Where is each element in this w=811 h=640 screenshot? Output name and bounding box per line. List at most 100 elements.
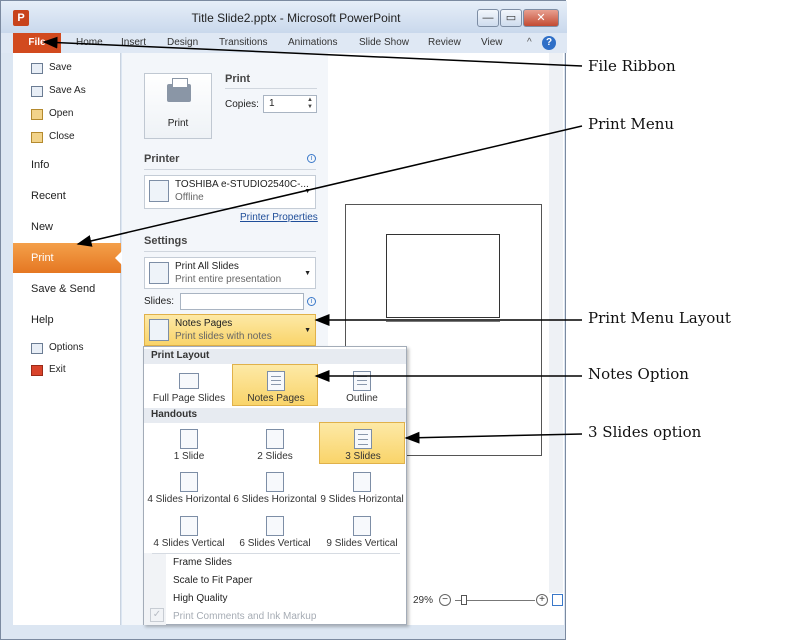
print-range-title: Print All Slides: [175, 261, 239, 272]
close-button[interactable]: ✕: [523, 9, 559, 27]
slides-input[interactable]: [180, 293, 304, 310]
maximize-button[interactable]: ▭: [500, 9, 522, 27]
help-icon[interactable]: ?: [542, 36, 556, 50]
option-scale-to-fit-paper[interactable]: Scale to Fit Paper: [173, 575, 252, 586]
slides-stack-icon: [149, 262, 169, 284]
nav-new[interactable]: New: [31, 221, 53, 233]
full-page-slide-icon: [179, 373, 199, 389]
settings-heading: Settings: [144, 235, 188, 247]
printer-dropdown[interactable]: TOSHIBA e-STUDIO2540C-... Offline ▼: [144, 175, 316, 209]
print-layout-gallery: Print Layout Full Page Slides Notes Page…: [143, 346, 407, 625]
layout-notes-pages[interactable]: Notes Pages: [232, 364, 318, 406]
gallery-divider: [152, 553, 400, 554]
layout-full-page-slides[interactable]: Full Page Slides: [146, 365, 232, 407]
open-folder-icon: [31, 109, 43, 120]
option-frame-slides[interactable]: Frame Slides: [173, 557, 232, 568]
printer-icon: [149, 180, 169, 202]
zoom-in-icon[interactable]: +: [536, 594, 548, 606]
zoom-to-page-icon[interactable]: [552, 594, 563, 606]
handout-3-slides[interactable]: 3 Slides: [319, 422, 405, 464]
chevron-down-icon: ▼: [304, 270, 311, 277]
nav-save-label: Save: [49, 62, 72, 73]
nav-options-label: Options: [49, 342, 84, 353]
layout-label: Outline: [346, 393, 378, 404]
notes-page-icon: [149, 319, 169, 341]
handout-9-slides-horizontal[interactable]: 9 Slides Horizontal: [319, 466, 405, 508]
tab-home[interactable]: Home: [76, 37, 103, 48]
powerpoint-window: P Title Slide2.pptx - Microsoft PowerPoi…: [0, 0, 567, 640]
print-layout-subtitle: Print slides with notes: [175, 331, 272, 342]
handout-label: 1 Slide: [173, 451, 205, 462]
slides-label: Slides:: [144, 296, 175, 307]
tab-transitions[interactable]: Transitions: [219, 37, 268, 48]
ribbon-tab-bar: File Home Insert Design Transitions Anim…: [1, 33, 567, 53]
zoom-level: 29%: [413, 595, 434, 606]
window-title: Title Slide2.pptx - Microsoft PowerPoint: [191, 11, 401, 25]
notes-divider: [386, 321, 500, 322]
handout-4-slides-vertical[interactable]: 4 Slides Vertical: [146, 510, 232, 552]
backstage-nav: Save Save As Open Close Info Recent New …: [13, 53, 122, 625]
handout-1-slide[interactable]: 1 Slide: [146, 423, 232, 465]
printer-properties-link[interactable]: Printer Properties: [240, 212, 318, 223]
tab-design[interactable]: Design: [167, 37, 198, 48]
tab-slide-show[interactable]: Slide Show: [359, 37, 409, 48]
callout-file-ribbon: File Ribbon: [588, 57, 676, 75]
handout-4-slides-horizontal[interactable]: 4 Slides Horizontal: [146, 466, 232, 508]
layout-outline[interactable]: Outline: [319, 365, 405, 407]
printer-status: Offline: [175, 192, 204, 203]
option-high-quality[interactable]: High Quality: [173, 593, 227, 604]
print-button-label: Print: [167, 118, 189, 129]
nav-save-send[interactable]: Save & Send: [31, 283, 95, 295]
title-bar: P Title Slide2.pptx - Microsoft PowerPoi…: [1, 1, 567, 33]
nav-exit-label: Exit: [49, 364, 66, 375]
handout-label: 6 Slides Horizontal: [233, 494, 317, 505]
copies-input[interactable]: 1 ▲ ▼: [263, 95, 317, 113]
preview-scrollbar[interactable]: [549, 53, 563, 593]
spin-down-icon[interactable]: ▼: [307, 104, 313, 110]
handout-label: 4 Slides Vertical: [153, 538, 225, 549]
checkmark-icon: ✓: [150, 608, 164, 622]
divider: [144, 169, 316, 170]
nav-info[interactable]: Info: [31, 159, 49, 171]
slide-thumbnail: [386, 234, 500, 318]
print-range-subtitle: Print entire presentation: [175, 274, 282, 285]
info-icon[interactable]: i: [307, 154, 316, 163]
zoom-slider[interactable]: [455, 600, 535, 601]
handout-6-slides-vertical[interactable]: 6 Slides Vertical: [232, 510, 318, 552]
tab-review[interactable]: Review: [428, 37, 461, 48]
printer-name: TOSHIBA e-STUDIO2540C-...: [175, 179, 309, 190]
chevron-down-icon: ▼: [304, 188, 311, 195]
save-as-icon: [31, 86, 43, 97]
minimize-ribbon-icon[interactable]: ^: [527, 37, 532, 48]
info-icon[interactable]: i: [307, 297, 316, 306]
handout-9-horizontal-icon: [353, 472, 371, 492]
handout-label: 6 Slides Vertical: [239, 538, 311, 549]
handout-9-slides-vertical[interactable]: 9 Slides Vertical: [319, 510, 405, 552]
handout-label: 9 Slides Horizontal: [320, 494, 404, 505]
print-layout-dropdown[interactable]: Notes Pages Print slides with notes ▼: [144, 314, 316, 346]
handout-6-vertical-icon: [266, 516, 284, 536]
minimize-button[interactable]: —: [477, 9, 499, 27]
handout-6-slides-horizontal[interactable]: 6 Slides Horizontal: [232, 466, 318, 508]
callout-notes-option: Notes Option: [588, 365, 689, 383]
options-icon: [31, 343, 43, 354]
tab-file[interactable]: File: [13, 33, 61, 53]
print-button[interactable]: Print: [144, 73, 212, 139]
print-layout-heading: Print Layout: [144, 349, 406, 364]
spin-up-icon[interactable]: ▲: [307, 97, 313, 103]
nav-help[interactable]: Help: [31, 314, 54, 326]
tab-animations[interactable]: Animations: [288, 37, 337, 48]
print-range-dropdown[interactable]: Print All Slides Print entire presentati…: [144, 257, 316, 289]
handout-label: 2 Slides: [257, 451, 293, 462]
zoom-out-icon[interactable]: −: [439, 594, 451, 606]
handout-2-slides[interactable]: 2 Slides: [232, 423, 318, 465]
nav-print[interactable]: Print: [13, 243, 122, 273]
handout-label: 3 Slides: [345, 451, 381, 462]
powerpoint-app-icon[interactable]: P: [13, 10, 29, 26]
nav-print-label: Print: [31, 252, 54, 264]
zoom-slider-thumb[interactable]: [461, 595, 467, 605]
copies-value: 1: [269, 98, 275, 109]
tab-view[interactable]: View: [481, 37, 503, 48]
tab-insert[interactable]: Insert: [121, 37, 146, 48]
nav-recent[interactable]: Recent: [31, 190, 66, 202]
